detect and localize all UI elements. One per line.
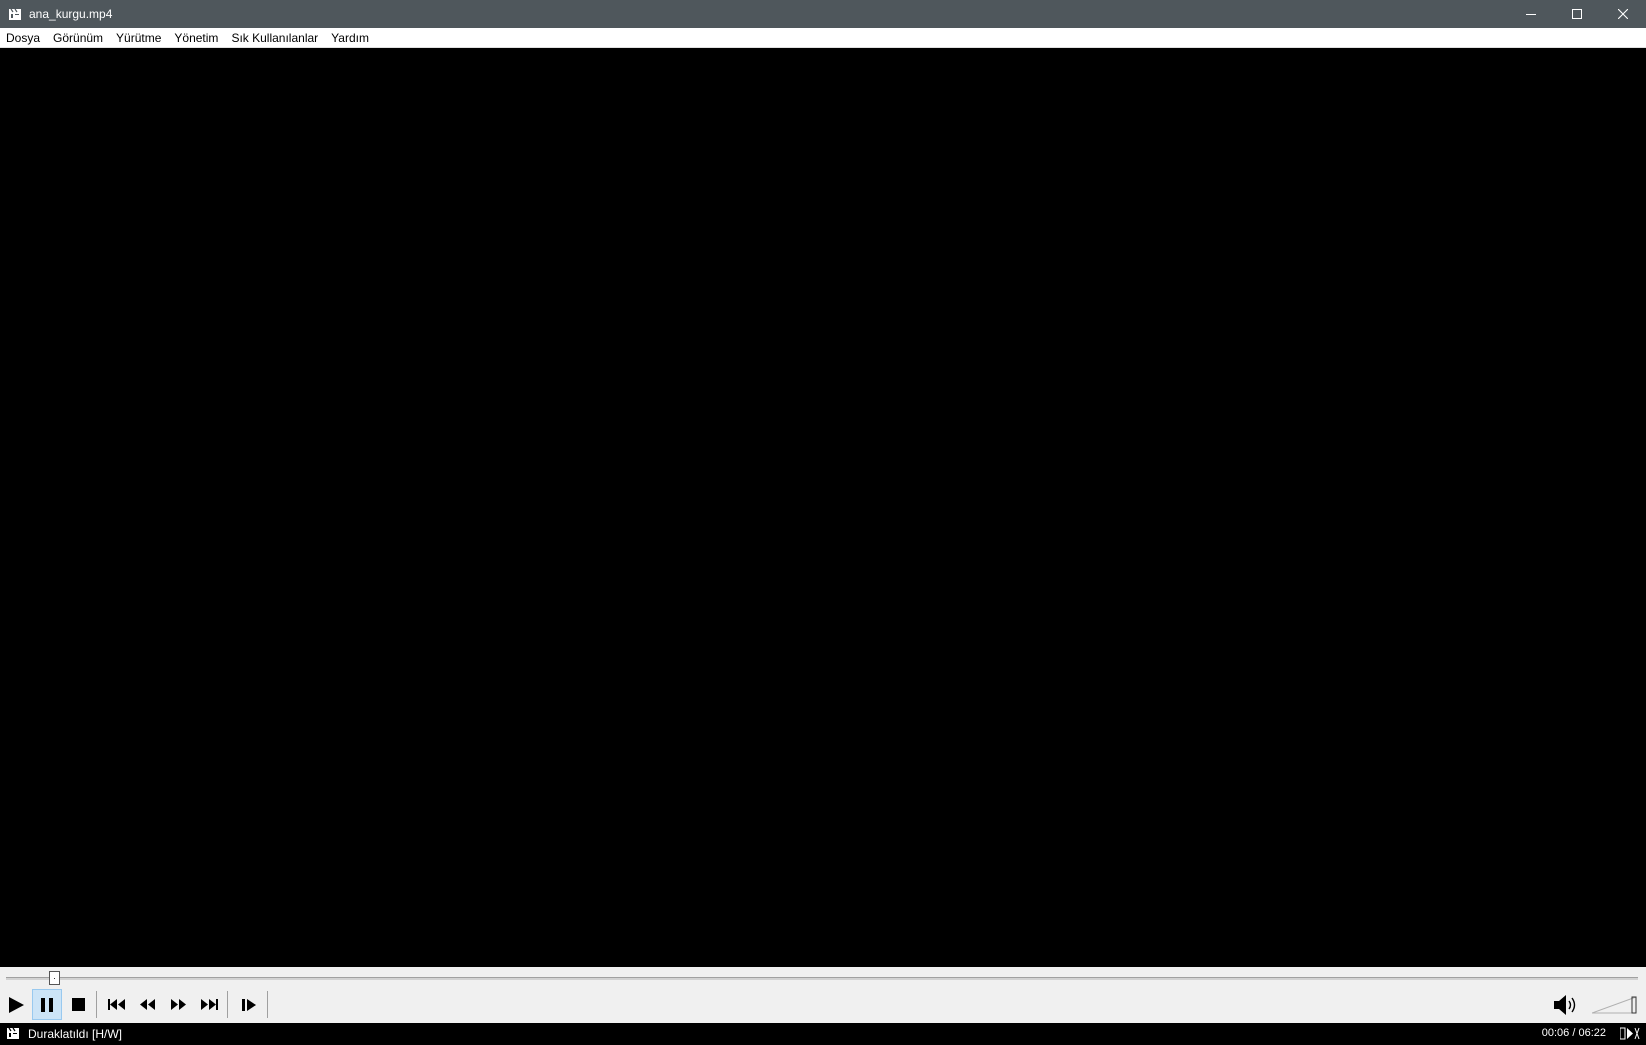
fast-forward-button[interactable] xyxy=(163,989,193,1020)
video-area[interactable] xyxy=(0,48,1646,967)
pause-button[interactable] xyxy=(32,989,62,1020)
volume-slider[interactable] xyxy=(1591,995,1640,1015)
window-title: ana_kurgu.mp4 xyxy=(29,7,113,21)
maximize-icon xyxy=(1572,9,1582,19)
status-bar: Duraklatıldı [H/W] 00:06 / 06:22 xyxy=(0,1023,1646,1044)
menu-yonetim[interactable]: Yönetim xyxy=(168,28,225,48)
menu-sik-kullanilanlar[interactable]: Sık Kullanılanlar xyxy=(225,28,325,48)
menu-bar: Dosya Görünüm Yürütme Yönetim Sık Kullan… xyxy=(0,28,1646,48)
next-button[interactable] xyxy=(194,989,224,1020)
menu-dosya[interactable]: Dosya xyxy=(0,28,47,48)
play-button[interactable] xyxy=(1,989,31,1020)
rewind-button[interactable] xyxy=(132,989,162,1020)
speaker-icon[interactable] xyxy=(1554,993,1580,1017)
pause-icon xyxy=(41,997,53,1012)
menu-yurutme[interactable]: Yürütme xyxy=(110,28,168,48)
maximize-button[interactable] xyxy=(1554,0,1600,28)
frame-step-button[interactable] xyxy=(234,989,264,1020)
clapperboard-icon xyxy=(7,6,23,22)
title-bar: ana_kurgu.mp4 xyxy=(0,0,1646,28)
menu-yardim[interactable]: Yardım xyxy=(325,28,376,48)
skip-previous-icon xyxy=(107,999,125,1010)
minimize-icon xyxy=(1526,14,1536,15)
rewind-icon xyxy=(139,999,155,1010)
control-panel xyxy=(0,967,1646,1023)
frame-step-icon xyxy=(242,998,256,1011)
time-display[interactable]: 00:06 / 06:22 xyxy=(1542,1027,1606,1039)
clapperboard-icon xyxy=(6,1027,22,1041)
stop-button[interactable] xyxy=(63,989,93,1020)
close-button[interactable] xyxy=(1600,0,1646,28)
seek-bar[interactable] xyxy=(6,977,1638,980)
play-icon xyxy=(9,996,24,1013)
minimize-button[interactable] xyxy=(1508,0,1554,28)
toolbar-separator xyxy=(96,991,97,1018)
close-icon xyxy=(1618,9,1628,19)
menu-gorunum[interactable]: Görünüm xyxy=(47,28,110,48)
fast-forward-icon xyxy=(170,999,186,1010)
stop-icon xyxy=(71,998,85,1011)
toolbar-separator xyxy=(267,991,268,1018)
toolbar-separator xyxy=(227,991,228,1018)
previous-button[interactable] xyxy=(101,989,131,1020)
filter-status-icon[interactable] xyxy=(1619,1027,1640,1040)
seek-thumb[interactable] xyxy=(48,971,60,985)
status-text: Duraklatıldı [H/W] xyxy=(28,1026,123,1041)
skip-next-icon xyxy=(200,999,218,1010)
